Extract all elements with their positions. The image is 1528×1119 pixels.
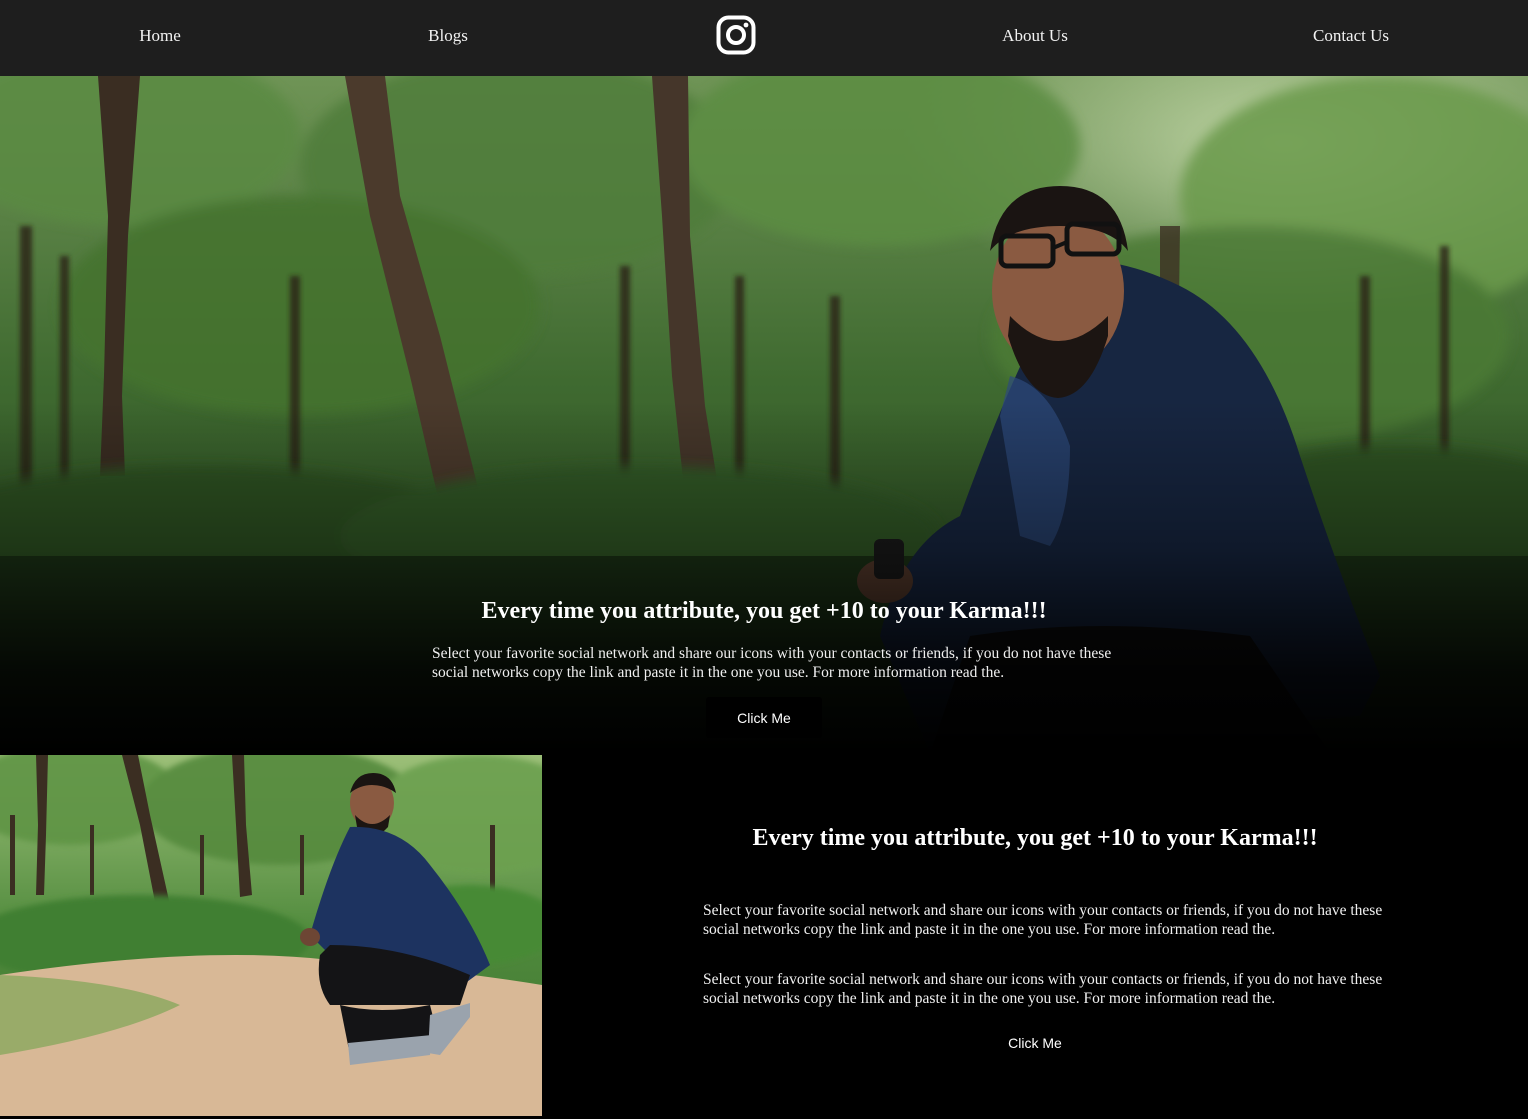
feature-photo bbox=[0, 755, 542, 1116]
hero-title: Every time you attribute, you get +10 to… bbox=[481, 598, 1047, 624]
navbar: Home Blogs About Us Contact Us bbox=[0, 0, 1528, 76]
hero-click-me-button[interactable]: Click Me bbox=[706, 697, 822, 738]
hero-description: Select your favorite social network and … bbox=[432, 645, 1112, 681]
nav-link-blogs[interactable]: Blogs bbox=[428, 26, 468, 46]
feature-click-me-button[interactable]: Click Me bbox=[985, 1032, 1085, 1054]
nav-link-home[interactable]: Home bbox=[139, 26, 181, 46]
feature-paragraph-2: Select your favorite social network and … bbox=[703, 971, 1383, 1007]
feature-section: Every time you attribute, you get +10 to… bbox=[0, 753, 1528, 1119]
nav-link-contact-us[interactable]: Contact Us bbox=[1313, 26, 1389, 46]
feature-paragraph-1: Select your favorite social network and … bbox=[703, 902, 1383, 938]
hero-section: Every time you attribute, you get +10 to… bbox=[0, 76, 1528, 753]
nav-link-about-us[interactable]: About Us bbox=[1002, 26, 1068, 46]
feature-title: Every time you attribute, you get +10 to… bbox=[752, 825, 1318, 851]
instagram-icon[interactable] bbox=[716, 15, 756, 55]
